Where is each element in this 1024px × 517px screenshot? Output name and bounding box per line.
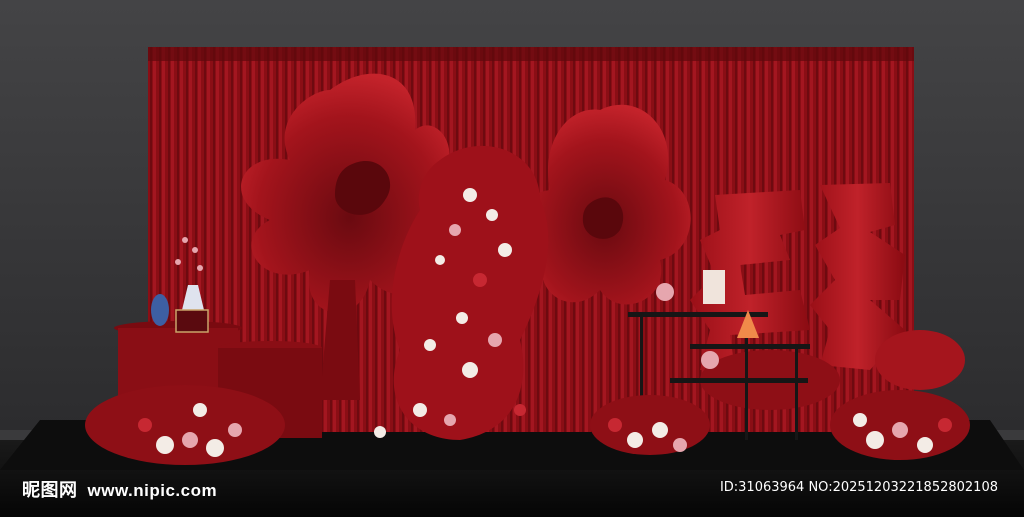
watermark-url: www.nipic.com (87, 481, 218, 500)
floor-flower-cluster-center (590, 395, 710, 455)
curtain-top-shadow (148, 47, 914, 61)
watermark-site: 昵图网 www.nipic.com (22, 476, 217, 502)
floor-flower-cluster-left (85, 385, 285, 465)
watermark-id: ID:31063964 NO:20251203221852802108 (719, 480, 998, 495)
floor-flower-cluster-right (830, 390, 970, 460)
watermark-logo: 昵图网 (22, 480, 78, 500)
wedding-stage-scene (0, 0, 1024, 517)
